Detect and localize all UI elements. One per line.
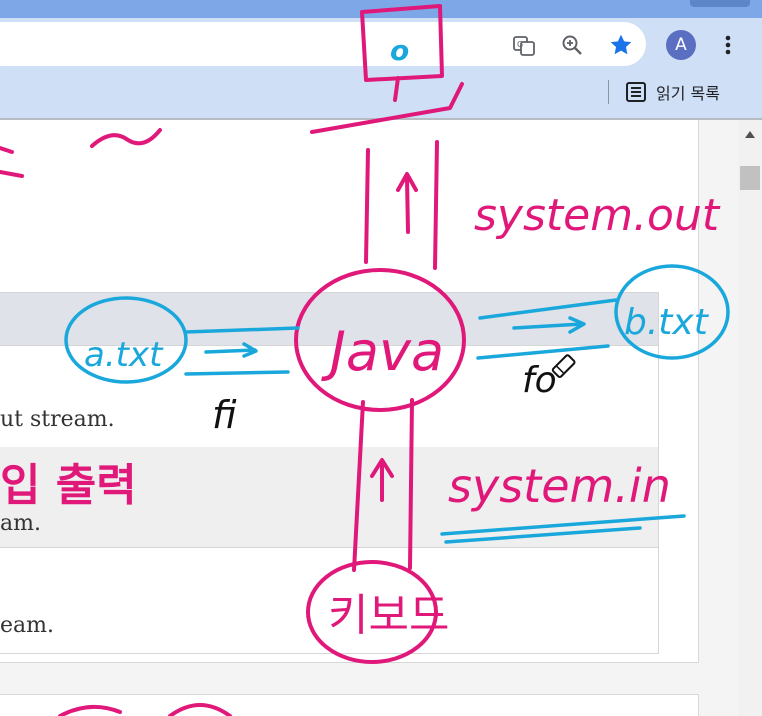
table-divider <box>0 345 658 346</box>
reading-list-label: 읽기 목록 <box>656 84 720 103</box>
bookmarks-bar: 읽기 목록 <box>0 70 762 120</box>
stream-table: ut stream. am. eam. <box>0 292 659 654</box>
more-menu-icon[interactable] <box>712 29 744 61</box>
title-bar <box>0 0 762 18</box>
page-content: ut stream. am. eam. <box>0 120 738 716</box>
table-row: ut stream. <box>0 407 115 432</box>
vertical-scrollbar[interactable] <box>738 120 762 716</box>
browser-toolbar: G A <box>0 18 762 70</box>
scroll-up-icon[interactable] <box>738 124 762 144</box>
svg-text:G: G <box>517 40 523 49</box>
address-bar[interactable] <box>0 22 646 66</box>
next-section-panel <box>0 694 699 716</box>
scrollbar-thumb[interactable] <box>740 166 760 190</box>
table-row <box>0 447 658 547</box>
reading-list-button[interactable]: 읽기 목록 <box>624 78 720 106</box>
avatar[interactable]: A <box>666 30 696 60</box>
window-control[interactable] <box>690 0 750 7</box>
translate-icon[interactable]: G <box>508 30 540 62</box>
zoom-icon[interactable] <box>556 29 588 61</box>
content-panel: ut stream. am. eam. <box>0 120 699 663</box>
table-divider <box>0 547 658 548</box>
bookmarks-divider <box>608 80 609 104</box>
reading-list-icon <box>626 82 646 102</box>
table-row: am. <box>0 511 41 536</box>
table-row: eam. <box>0 613 54 638</box>
bookmark-star-icon[interactable] <box>605 29 637 61</box>
table-header <box>0 293 658 345</box>
